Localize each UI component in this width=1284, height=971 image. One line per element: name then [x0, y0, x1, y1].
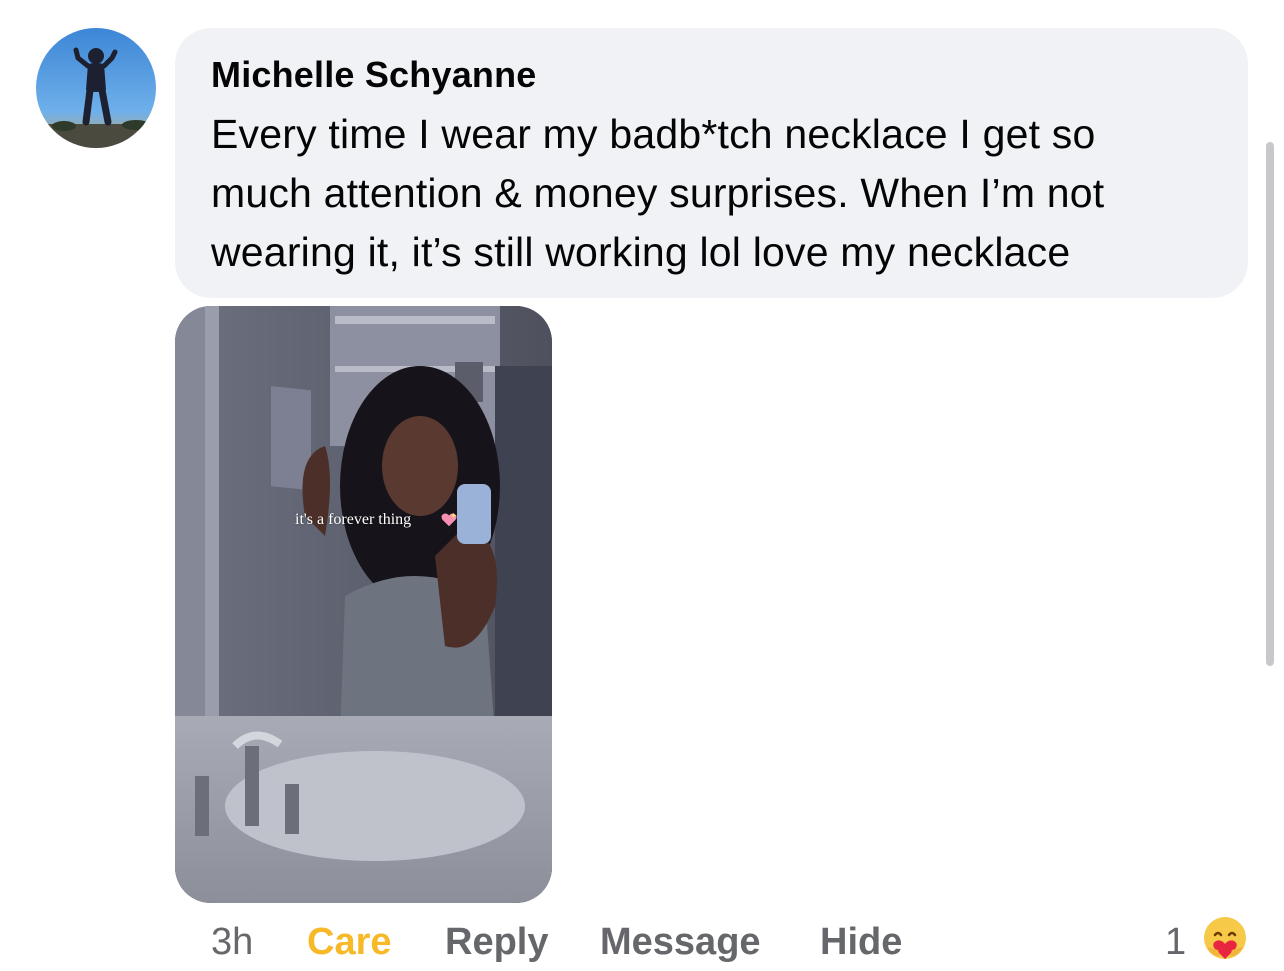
comment-text-line: much attention & money surprises. When I…: [211, 170, 1105, 216]
photo-caption: it's a forever thing: [295, 511, 412, 528]
comment-actions: 3h Care Reply Message Hide 1: [0, 915, 1284, 968]
sparkling-heart-icon: [441, 512, 457, 527]
reaction-count[interactable]: 1: [1165, 918, 1186, 966]
comment-screen: Michelle Schyanne Every time I wear my b…: [0, 0, 1284, 971]
photo-image: [175, 306, 552, 903]
message-button[interactable]: Message: [600, 918, 761, 966]
comment-text: Every time I wear my badb*tch necklace I…: [211, 105, 1212, 282]
comment-bubble: Michelle Schyanne Every time I wear my b…: [175, 28, 1248, 298]
care-reaction-icon[interactable]: [1198, 913, 1252, 967]
comment-timestamp[interactable]: 3h: [211, 918, 253, 966]
avatar[interactable]: [36, 28, 156, 148]
hide-button[interactable]: Hide: [820, 918, 902, 966]
comment-text-line: wearing it, it’s still working lol love …: [211, 229, 1071, 275]
care-reaction-button[interactable]: Care: [307, 918, 392, 966]
avatar-image: [36, 28, 156, 148]
comment-photo[interactable]: it's a forever thing: [175, 306, 552, 903]
scrollbar[interactable]: [1266, 142, 1274, 666]
comment-author[interactable]: Michelle Schyanne: [211, 54, 1212, 96]
reply-button[interactable]: Reply: [445, 918, 548, 966]
comment-text-line: Every time I wear my badb*tch necklace I…: [211, 111, 1096, 157]
